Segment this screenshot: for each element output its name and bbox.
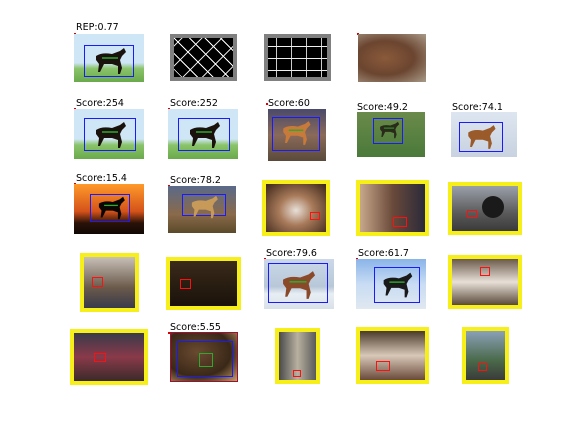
thumb-r4-2[interactable] [170,332,238,382]
thumb-r2-3-false-positive[interactable] [262,180,330,236]
filter-visual [174,38,233,77]
horse-icon [96,122,126,148]
score-label: Score:78.2 [170,175,221,186]
false-positive-box [478,363,487,371]
score-label: Score:60 [268,98,310,109]
thumb-hog-filter-2[interactable] [264,34,331,81]
horse-icon [380,121,400,139]
thumb-r4-1-false-positive[interactable] [70,329,148,385]
thumb-r3-3[interactable] [264,259,334,309]
false-positive-box [293,370,301,377]
thumb-r4-5-false-positive[interactable] [462,327,509,384]
thumb-r1-5[interactable] [451,112,517,157]
score-label: Score:79.6 [266,248,317,259]
thumb-r3-1-false-positive[interactable] [80,253,139,312]
marker-dot [266,103,268,105]
thumb-r1-1[interactable] [74,109,144,159]
thumb-r1-4[interactable] [357,112,425,157]
thumb-r4-3-false-positive[interactable] [275,328,320,384]
horse-icon [190,122,220,148]
horse-icon [383,272,413,298]
thumb-r1-2[interactable] [168,109,238,159]
thumb-r2-1[interactable] [74,184,144,234]
false-positive-box [92,277,103,287]
wheel-shape [482,196,504,218]
thumb-horse-closeup[interactable] [358,34,426,82]
horse-icon [191,195,218,219]
horse-icon [283,121,311,145]
thumb-r2-2[interactable] [168,186,236,233]
false-positive-box [480,267,490,276]
false-positive-box [467,210,477,218]
thumb-r2-5-false-positive[interactable] [448,182,522,235]
false-positive-box [180,279,191,289]
rep-label: REP:0.77 [76,22,119,33]
thumb-r1-3[interactable] [268,109,326,161]
horse-icon [468,125,496,149]
score-label: Score:15.4 [76,173,127,184]
score-label: Score:61.7 [358,248,409,259]
horse-icon [283,271,316,299]
thumb-r4-4-false-positive[interactable] [356,327,429,384]
thumb-hog-filter-1[interactable] [170,34,237,81]
horse-icon [98,196,125,220]
thumb-r3-4[interactable] [356,259,426,309]
thumb-r2-4-false-positive[interactable] [356,180,429,236]
false-positive-box [310,212,320,220]
thumb-r3-2-false-positive[interactable] [166,257,241,310]
false-positive-box [376,361,390,371]
thumb-r3-5-false-positive[interactable] [448,255,522,309]
false-positive-box [94,353,106,362]
thumb-rep-horse[interactable] [74,34,144,82]
false-positive-box [393,217,407,227]
score-label: Score:254 [76,98,124,109]
filter-visual [268,38,327,77]
score-label: Score:252 [170,98,218,109]
horse-icon [96,48,126,74]
detection-part [199,353,213,367]
